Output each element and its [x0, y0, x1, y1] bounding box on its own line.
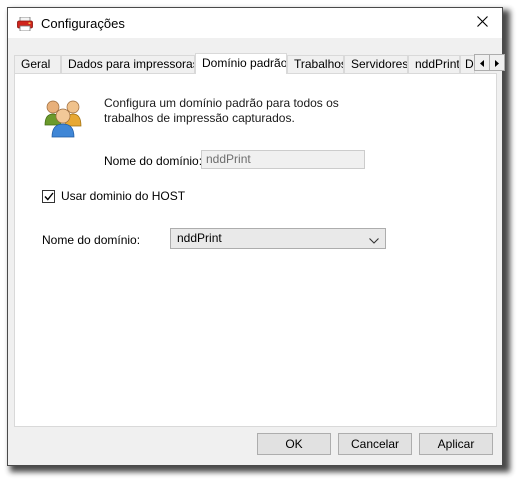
tab-nddprint[interactable]: nddPrint [408, 55, 460, 73]
title-bar[interactable]: Configurações [8, 8, 502, 38]
tab-panel-dominio-padrao: Configura um domínio padrão para todos o… [14, 73, 497, 427]
tab-dominio-padrao[interactable]: Domínio padrão [195, 53, 287, 74]
chevron-down-icon [369, 234, 379, 247]
use-host-domain-checkbox-row[interactable]: Usar dominio do HOST [42, 189, 185, 203]
window-title: Configurações [41, 16, 125, 31]
users-icon [42, 95, 86, 139]
checkmark-icon [43, 192, 54, 201]
tab-scroll-right-button[interactable] [489, 54, 505, 71]
tab-servidores[interactable]: Servidores [344, 55, 408, 73]
arrow-right-icon [494, 56, 500, 70]
cancel-button[interactable]: Cancelar [338, 433, 412, 455]
host-domain-selected-value: nddPrint [177, 231, 222, 245]
tab-truncated[interactable]: D [460, 55, 475, 73]
tab-scroll-left-button[interactable] [474, 54, 490, 71]
host-domain-select[interactable]: nddPrint [170, 228, 386, 249]
tab-dados-para-impressoras[interactable]: Dados para impressoras [61, 55, 195, 73]
close-button[interactable] [462, 8, 502, 38]
tab-geral[interactable]: Geral [14, 55, 61, 73]
ok-button[interactable]: OK [257, 433, 331, 455]
close-icon [476, 16, 488, 30]
host-domain-name-label: Nome do domínio: [42, 233, 141, 247]
use-host-domain-label[interactable]: Usar dominio do HOST [61, 189, 185, 203]
domain-name-label: Nome do domínio: [104, 154, 203, 168]
apply-button[interactable]: Aplicar [419, 433, 493, 455]
arrow-left-icon [479, 56, 485, 70]
use-host-domain-checkbox[interactable] [42, 189, 55, 203]
domain-name-input: nddPrint [201, 150, 365, 169]
tab-strip: Geral Dados para impressoras Domínio pad… [14, 53, 505, 74]
tab-trabalhos[interactable]: Trabalhos [287, 55, 344, 73]
printer-app-icon [17, 16, 33, 32]
dialog-window: Configurações Geral Dados para impressor… [7, 7, 505, 466]
description-text: Configura um domínio padrão para todos o… [104, 96, 339, 125]
